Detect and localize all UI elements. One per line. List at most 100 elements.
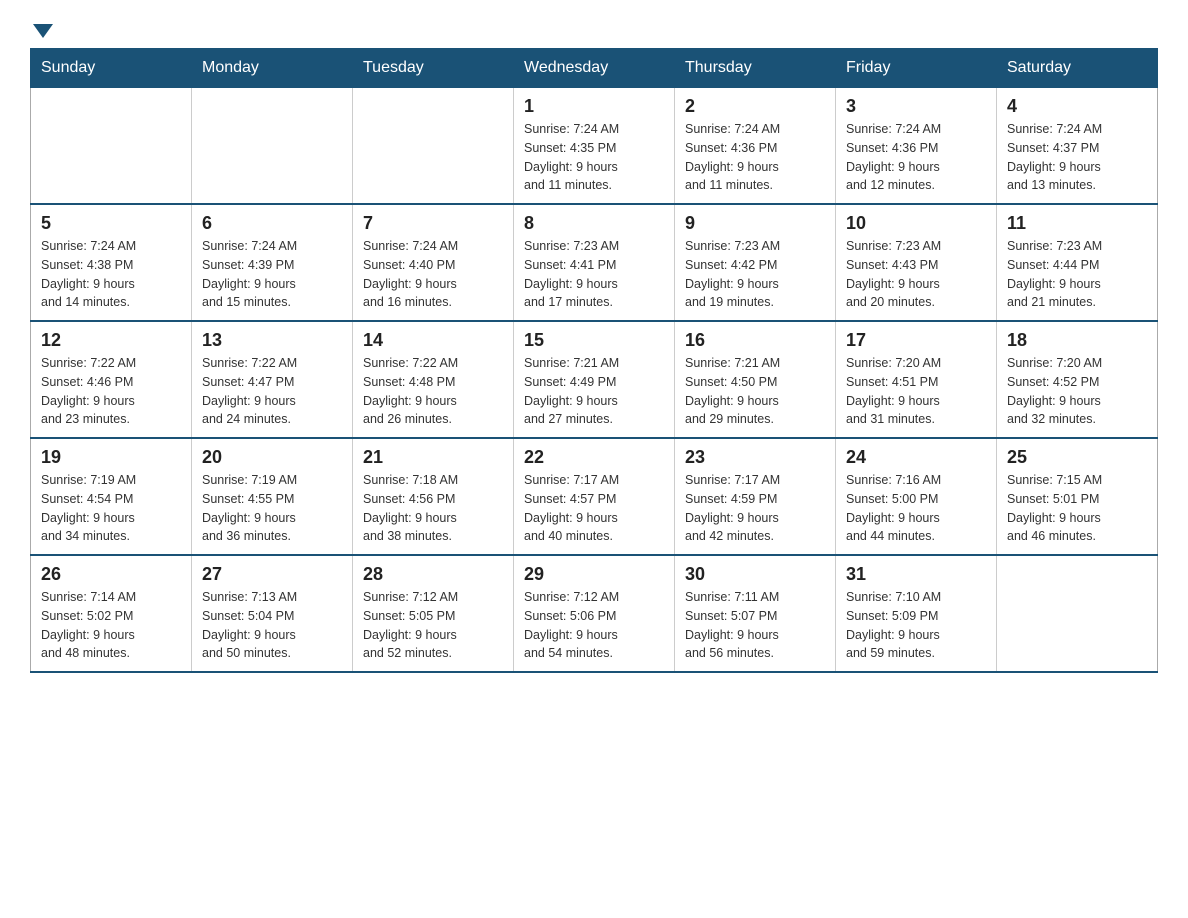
week-row-0: 1 Sunrise: 7:24 AM Sunset: 4:35 PM Daylig… <box>31 88 1158 205</box>
day-info: Sunrise: 7:18 AM Sunset: 4:56 PM Dayligh… <box>363 471 503 546</box>
day-info: Sunrise: 7:11 AM Sunset: 5:07 PM Dayligh… <box>685 588 825 663</box>
day-number: 29 <box>524 564 664 585</box>
day-cell <box>997 555 1158 672</box>
day-cell: 26Sunrise: 7:14 AM Sunset: 5:02 PM Dayli… <box>31 555 192 672</box>
day-info: Sunrise: 7:24 AM Sunset: 4:38 PM Dayligh… <box>41 237 181 312</box>
week-row-2: 12 Sunrise: 7:22 AM Sunset: 4:46 PM Dayli… <box>31 321 1158 438</box>
day-info: Sunrise: 7:21 AM Sunset: 4:50 PM Dayligh… <box>685 354 825 429</box>
header-monday: Monday <box>192 49 353 88</box>
day-cell: 25 Sunrise: 7:15 AM Sunset: 5:01 PM Dayli… <box>997 438 1158 555</box>
day-info: Sunrise: 7:16 AM Sunset: 5:00 PM Dayligh… <box>846 471 986 546</box>
day-info: Sunrise: 7:19 AM Sunset: 4:54 PM Dayligh… <box>41 471 181 546</box>
day-cell: 12 Sunrise: 7:22 AM Sunset: 4:46 PM Dayli… <box>31 321 192 438</box>
day-number: 31 <box>846 564 986 585</box>
day-cell: 1 Sunrise: 7:24 AM Sunset: 4:35 PM Daylig… <box>514 88 675 205</box>
day-number: 3 <box>846 96 986 117</box>
day-info: Sunrise: 7:23 AM Sunset: 4:42 PM Dayligh… <box>685 237 825 312</box>
day-info: Sunrise: 7:22 AM Sunset: 4:48 PM Dayligh… <box>363 354 503 429</box>
day-info: Sunrise: 7:10 AM Sunset: 5:09 PM Dayligh… <box>846 588 986 663</box>
day-number: 7 <box>363 213 503 234</box>
day-cell <box>353 88 514 205</box>
day-cell: 20Sunrise: 7:19 AM Sunset: 4:55 PM Dayli… <box>192 438 353 555</box>
day-number: 23 <box>685 447 825 468</box>
day-cell: 31 Sunrise: 7:10 AM Sunset: 5:09 PM Dayli… <box>836 555 997 672</box>
week-row-4: 26Sunrise: 7:14 AM Sunset: 5:02 PM Dayli… <box>31 555 1158 672</box>
header-tuesday: Tuesday <box>353 49 514 88</box>
week-row-1: 5 Sunrise: 7:24 AM Sunset: 4:38 PM Daylig… <box>31 204 1158 321</box>
day-info: Sunrise: 7:23 AM Sunset: 4:43 PM Dayligh… <box>846 237 986 312</box>
day-cell: 7 Sunrise: 7:24 AM Sunset: 4:40 PM Daylig… <box>353 204 514 321</box>
header-thursday: Thursday <box>675 49 836 88</box>
day-cell: 22Sunrise: 7:17 AM Sunset: 4:57 PM Dayli… <box>514 438 675 555</box>
day-info: Sunrise: 7:15 AM Sunset: 5:01 PM Dayligh… <box>1007 471 1147 546</box>
day-cell: 18Sunrise: 7:20 AM Sunset: 4:52 PM Dayli… <box>997 321 1158 438</box>
header <box>30 20 1158 32</box>
day-info: Sunrise: 7:23 AM Sunset: 4:44 PM Dayligh… <box>1007 237 1147 312</box>
day-number: 27 <box>202 564 342 585</box>
day-info: Sunrise: 7:13 AM Sunset: 5:04 PM Dayligh… <box>202 588 342 663</box>
day-cell: 30Sunrise: 7:11 AM Sunset: 5:07 PM Dayli… <box>675 555 836 672</box>
day-cell: 6 Sunrise: 7:24 AM Sunset: 4:39 PM Daylig… <box>192 204 353 321</box>
day-cell: 4Sunrise: 7:24 AM Sunset: 4:37 PM Daylig… <box>997 88 1158 205</box>
day-cell: 27 Sunrise: 7:13 AM Sunset: 5:04 PM Dayli… <box>192 555 353 672</box>
logo <box>30 20 53 32</box>
day-number: 16 <box>685 330 825 351</box>
day-number: 20 <box>202 447 342 468</box>
day-cell: 19 Sunrise: 7:19 AM Sunset: 4:54 PM Dayli… <box>31 438 192 555</box>
day-number: 14 <box>363 330 503 351</box>
day-info: Sunrise: 7:24 AM Sunset: 4:40 PM Dayligh… <box>363 237 503 312</box>
day-number: 12 <box>41 330 181 351</box>
day-cell <box>192 88 353 205</box>
day-number: 4 <box>1007 96 1147 117</box>
day-number: 25 <box>1007 447 1147 468</box>
day-info: Sunrise: 7:12 AM Sunset: 5:05 PM Dayligh… <box>363 588 503 663</box>
day-info: Sunrise: 7:24 AM Sunset: 4:36 PM Dayligh… <box>846 120 986 195</box>
week-row-3: 19 Sunrise: 7:19 AM Sunset: 4:54 PM Dayli… <box>31 438 1158 555</box>
day-number: 19 <box>41 447 181 468</box>
day-number: 5 <box>41 213 181 234</box>
day-number: 11 <box>1007 213 1147 234</box>
day-info: Sunrise: 7:21 AM Sunset: 4:49 PM Dayligh… <box>524 354 664 429</box>
header-friday: Friday <box>836 49 997 88</box>
day-number: 18 <box>1007 330 1147 351</box>
day-info: Sunrise: 7:24 AM Sunset: 4:39 PM Dayligh… <box>202 237 342 312</box>
calendar-body: 1 Sunrise: 7:24 AM Sunset: 4:35 PM Daylig… <box>31 88 1158 673</box>
day-cell: 5 Sunrise: 7:24 AM Sunset: 4:38 PM Daylig… <box>31 204 192 321</box>
day-number: 21 <box>363 447 503 468</box>
day-info: Sunrise: 7:12 AM Sunset: 5:06 PM Dayligh… <box>524 588 664 663</box>
header-saturday: Saturday <box>997 49 1158 88</box>
day-cell: 14 Sunrise: 7:22 AM Sunset: 4:48 PM Dayli… <box>353 321 514 438</box>
day-number: 6 <box>202 213 342 234</box>
day-cell: 24Sunrise: 7:16 AM Sunset: 5:00 PM Dayli… <box>836 438 997 555</box>
day-cell: 2 Sunrise: 7:24 AM Sunset: 4:36 PM Daylig… <box>675 88 836 205</box>
day-number: 26 <box>41 564 181 585</box>
day-number: 28 <box>363 564 503 585</box>
logo-arrow-icon <box>33 24 53 38</box>
day-number: 1 <box>524 96 664 117</box>
day-number: 15 <box>524 330 664 351</box>
day-cell: 16 Sunrise: 7:21 AM Sunset: 4:50 PM Dayli… <box>675 321 836 438</box>
day-cell: 13Sunrise: 7:22 AM Sunset: 4:47 PM Dayli… <box>192 321 353 438</box>
day-number: 2 <box>685 96 825 117</box>
day-number: 13 <box>202 330 342 351</box>
day-number: 10 <box>846 213 986 234</box>
day-number: 8 <box>524 213 664 234</box>
day-cell: 8 Sunrise: 7:23 AM Sunset: 4:41 PM Daylig… <box>514 204 675 321</box>
day-cell: 28 Sunrise: 7:12 AM Sunset: 5:05 PM Dayli… <box>353 555 514 672</box>
day-info: Sunrise: 7:24 AM Sunset: 4:36 PM Dayligh… <box>685 120 825 195</box>
day-cell: 23Sunrise: 7:17 AM Sunset: 4:59 PM Dayli… <box>675 438 836 555</box>
day-number: 17 <box>846 330 986 351</box>
day-cell <box>31 88 192 205</box>
day-cell: 15 Sunrise: 7:21 AM Sunset: 4:49 PM Dayli… <box>514 321 675 438</box>
day-cell: 17 Sunrise: 7:20 AM Sunset: 4:51 PM Dayli… <box>836 321 997 438</box>
days-header-row: Sunday Monday Tuesday Wednesday Thursday… <box>31 49 1158 88</box>
day-info: Sunrise: 7:20 AM Sunset: 4:51 PM Dayligh… <box>846 354 986 429</box>
header-wednesday: Wednesday <box>514 49 675 88</box>
day-info: Sunrise: 7:22 AM Sunset: 4:46 PM Dayligh… <box>41 354 181 429</box>
day-cell: 10 Sunrise: 7:23 AM Sunset: 4:43 PM Dayli… <box>836 204 997 321</box>
day-cell: 3 Sunrise: 7:24 AM Sunset: 4:36 PM Daylig… <box>836 88 997 205</box>
day-info: Sunrise: 7:24 AM Sunset: 4:35 PM Dayligh… <box>524 120 664 195</box>
day-cell: 29 Sunrise: 7:12 AM Sunset: 5:06 PM Dayli… <box>514 555 675 672</box>
day-number: 9 <box>685 213 825 234</box>
day-info: Sunrise: 7:23 AM Sunset: 4:41 PM Dayligh… <box>524 237 664 312</box>
